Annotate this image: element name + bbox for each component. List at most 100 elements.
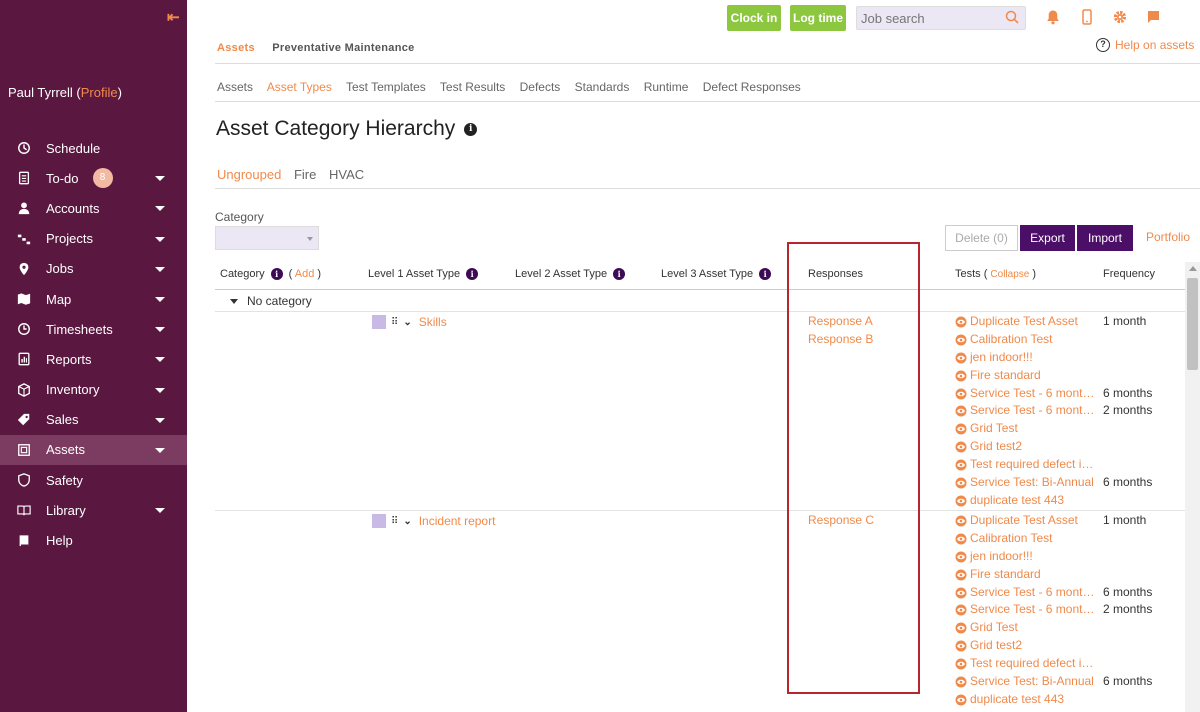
eye-icon[interactable] [955, 658, 967, 670]
chevron-down-icon[interactable] [155, 447, 165, 453]
test-link[interactable]: Grid test2 [970, 637, 1022, 655]
eye-icon[interactable] [955, 334, 967, 346]
job-search-input[interactable] [857, 7, 1002, 29]
test-item[interactable]: Test required defect item [955, 655, 1095, 673]
search-icon[interactable] [1005, 10, 1019, 27]
test-link[interactable]: jen indoor!!! [970, 349, 1033, 367]
eye-icon[interactable] [955, 551, 967, 563]
test-item[interactable]: Grid Test [955, 619, 1095, 637]
asset-type-link[interactable]: Incident report [419, 514, 496, 528]
tab-preventative-maintenance[interactable]: Preventative Maintenance [272, 42, 414, 54]
eye-icon[interactable] [955, 640, 967, 652]
test-link[interactable]: Duplicate Test Asset [970, 313, 1078, 331]
sidebar-item-to-do[interactable]: To-do 8 [0, 163, 187, 193]
test-item[interactable]: Service Test - 6 monthly test [955, 584, 1095, 602]
test-link[interactable]: Calibration Test [970, 530, 1053, 548]
test-item[interactable]: Service Test: Bi-Annual [955, 474, 1095, 492]
export-button[interactable]: Export [1020, 225, 1075, 251]
sidebar-item-accounts[interactable]: Accounts [0, 193, 187, 223]
group-tab-fire[interactable]: Fire [294, 167, 316, 182]
vertical-scrollbar[interactable] [1185, 262, 1200, 712]
test-item[interactable]: Service Test: Bi-Annual [955, 673, 1095, 691]
portfolio-link[interactable]: Portfolio [1146, 230, 1190, 244]
group-tab-hvac[interactable]: HVAC [329, 167, 364, 182]
eye-icon[interactable] [955, 477, 967, 489]
test-item[interactable]: Grid test2 [955, 438, 1095, 456]
eye-icon[interactable] [955, 604, 967, 616]
sidebar-item-sales[interactable]: Sales [0, 405, 187, 435]
test-item[interactable]: Calibration Test [955, 331, 1095, 349]
test-item[interactable]: Grid Test [955, 420, 1095, 438]
scroll-up-arrow[interactable] [1189, 266, 1197, 271]
test-item[interactable]: Duplicate Test Asset [955, 512, 1095, 530]
add-category-link[interactable]: Add [295, 268, 315, 280]
chevron-down-icon[interactable] [155, 327, 165, 333]
subtab-standards[interactable]: Standards [575, 80, 630, 94]
mobile-icon[interactable] [1079, 9, 1095, 25]
sidebar-item-jobs[interactable]: Jobs [0, 254, 187, 284]
eye-icon[interactable] [955, 676, 967, 688]
scroll-thumb[interactable] [1187, 278, 1198, 370]
test-link[interactable]: Service Test - 6 monthly test [970, 584, 1095, 602]
test-link[interactable]: Fire standard [970, 566, 1041, 584]
eye-icon[interactable] [955, 622, 967, 634]
help-on-assets-link[interactable]: ? Help on assets [1096, 38, 1194, 52]
test-item[interactable]: duplicate test 443 [955, 691, 1095, 709]
chevron-down-icon[interactable] [155, 417, 165, 423]
sidebar-item-inventory[interactable]: Inventory [0, 375, 187, 405]
collapse-tests-link[interactable]: Collapse [990, 269, 1029, 280]
test-link[interactable]: duplicate test 443 [970, 492, 1064, 510]
log-time-button[interactable]: Log time [790, 5, 846, 31]
subtab-defect-responses[interactable]: Defect Responses [703, 80, 801, 94]
test-link[interactable]: duplicate test 443 [970, 691, 1064, 709]
category-select[interactable] [215, 226, 319, 250]
test-item[interactable]: Fire standard [955, 566, 1095, 584]
info-icon[interactable]: i [613, 268, 626, 280]
subtab-assets[interactable]: Assets [217, 80, 253, 94]
group-tab-ungrouped[interactable]: Ungrouped [217, 167, 281, 182]
test-item[interactable]: Calibration Test [955, 530, 1095, 548]
chevron-down-icon[interactable] [155, 206, 165, 212]
eye-icon[interactable] [955, 405, 967, 417]
eye-icon[interactable] [955, 569, 967, 581]
drag-handle-icon[interactable]: ⠿ [391, 317, 398, 328]
test-item[interactable]: jen indoor!!! [955, 548, 1095, 566]
test-item[interactable]: jen indoor!!! [955, 349, 1095, 367]
test-link[interactable]: Duplicate Test Asset [970, 512, 1078, 530]
asset-type-link[interactable]: Skills [419, 315, 447, 329]
gear-icon[interactable] [1112, 9, 1128, 25]
test-link[interactable]: Test required defect item [970, 456, 1095, 474]
info-icon[interactable]: i [759, 268, 772, 280]
sidebar-item-assets[interactable]: Assets [0, 434, 187, 466]
test-link[interactable]: jen indoor!!! [970, 548, 1033, 566]
test-link[interactable]: Test required defect item [970, 655, 1095, 673]
test-item[interactable]: Fire standard [955, 367, 1095, 385]
eye-icon[interactable] [955, 352, 967, 364]
info-icon[interactable]: i [270, 268, 283, 280]
info-icon[interactable]: i [466, 268, 479, 280]
sidebar-item-library[interactable]: Library [0, 495, 187, 525]
eye-icon[interactable] [955, 441, 967, 453]
bell-icon[interactable] [1045, 9, 1061, 25]
sidebar-item-schedule[interactable]: Schedule [0, 133, 187, 163]
sidebar-item-map[interactable]: Map [0, 284, 187, 314]
eye-icon[interactable] [955, 694, 967, 706]
profile-link[interactable]: Profile [81, 85, 118, 100]
chevron-down-icon[interactable] [155, 297, 165, 303]
no-category-group[interactable]: No category [230, 294, 312, 308]
chevron-down-icon[interactable] [155, 266, 165, 272]
test-link[interactable]: Service Test - 6 monthly test [970, 385, 1095, 403]
tab-assets[interactable]: Assets [217, 42, 255, 54]
chevron-down-icon[interactable] [155, 236, 165, 242]
test-item[interactable]: Grid test2 [955, 637, 1095, 655]
sidebar-item-reports[interactable]: Reports [0, 344, 187, 374]
eye-icon[interactable] [955, 533, 967, 545]
test-link[interactable]: Service Test - 6 monthly [970, 402, 1095, 420]
clock-in-button[interactable]: Clock in [727, 5, 781, 31]
eye-icon[interactable] [955, 515, 967, 527]
import-button[interactable]: Import [1077, 225, 1133, 251]
subtab-test-results[interactable]: Test Results [440, 80, 505, 94]
subtab-runtime[interactable]: Runtime [644, 80, 689, 94]
test-item[interactable]: Service Test - 6 monthly [955, 402, 1095, 420]
sidebar-item-timesheets[interactable]: Timesheets [0, 314, 187, 344]
